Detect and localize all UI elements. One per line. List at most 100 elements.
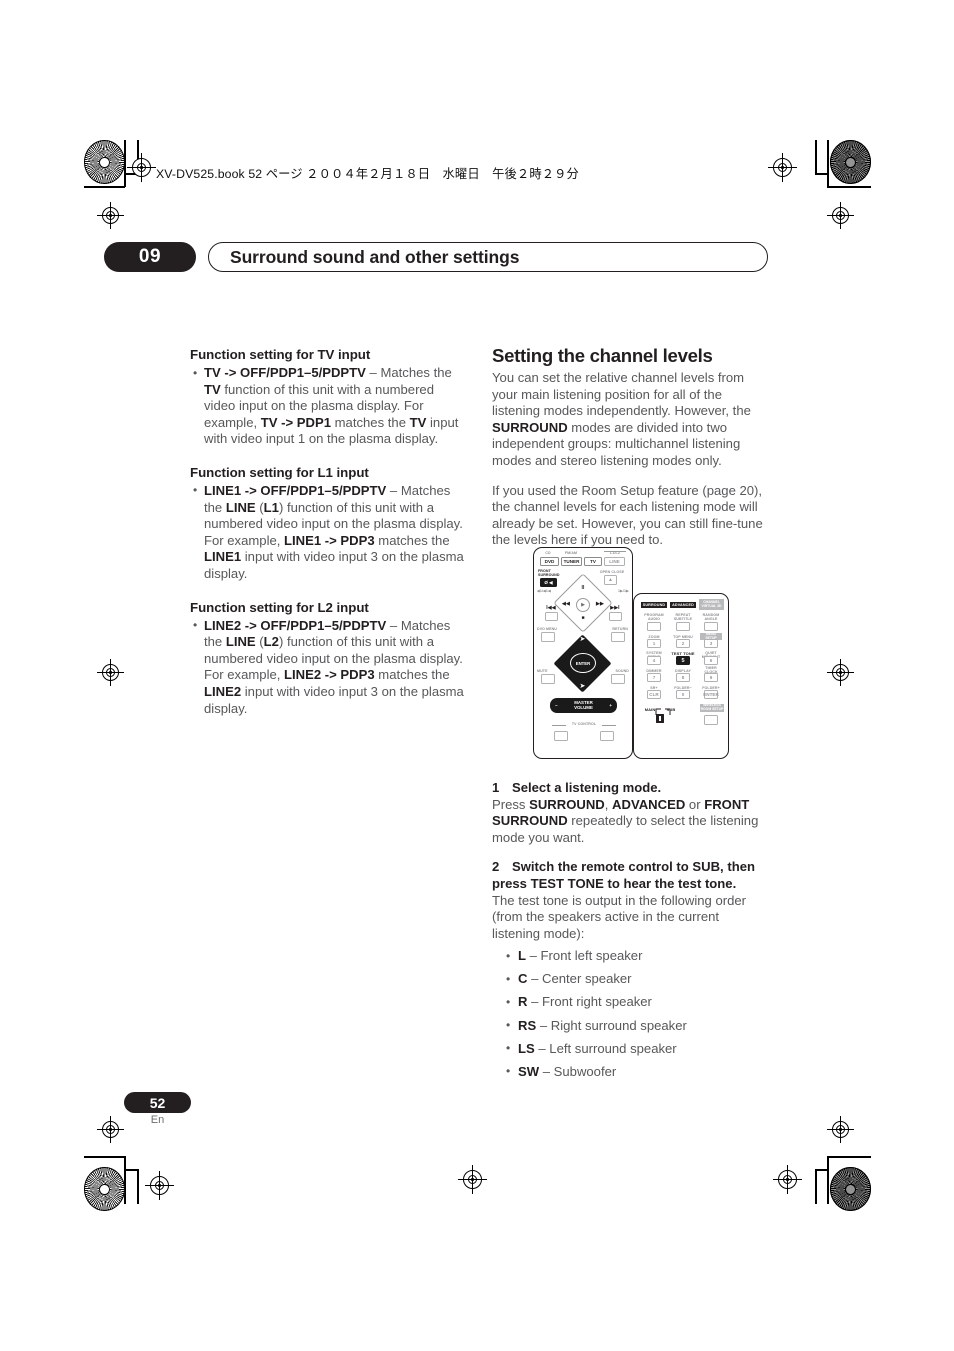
- repeat-subtitle-button[interactable]: [676, 622, 690, 631]
- list-item: SW – Subwoofer: [504, 1063, 770, 1081]
- pause-symbol[interactable]: II: [578, 585, 588, 590]
- scan-label-right: 1▶/1▶: [617, 589, 629, 593]
- source-label-underline: [604, 550, 626, 552]
- test-tone-number-button-5[interactable]: 5: [676, 656, 690, 665]
- open-close-button[interactable]: ▲: [604, 575, 617, 585]
- bullet-bold: LINE2 -> PDP3: [284, 667, 375, 683]
- front-surround-button[interactable]: Ø ◀: [540, 578, 557, 587]
- source-button-tv[interactable]: TV: [584, 557, 602, 566]
- play-button[interactable]: ▶: [576, 598, 590, 612]
- source-button-dvd[interactable]: DVD: [540, 557, 559, 566]
- para-bold: SURROUND: [492, 419, 568, 435]
- dvd-menu-label: DVD MENU: [537, 627, 557, 631]
- speaker-order-list: L – Front left speaker C – Center speake…: [492, 948, 770, 1080]
- scan-label-left: ◀1/◀1◀: [537, 589, 551, 593]
- number-button-1[interactable]: 1: [647, 639, 661, 648]
- skip-forward-key[interactable]: [609, 612, 622, 621]
- stop-button[interactable]: ■: [578, 615, 588, 620]
- surround-button[interactable]: SURROUND: [641, 602, 667, 608]
- repeat-subtitle-label: REPEAT SUBTITLE: [673, 613, 693, 622]
- bullet-list: LINE2 -> OFF/PDP1–5/PDPTV – Matches the …: [190, 617, 468, 718]
- section-l1-input: Function setting for L1 input LINE1 -> O…: [190, 465, 468, 583]
- dvd-menu-button[interactable]: [541, 632, 555, 642]
- step-text: Press: [492, 796, 530, 812]
- crop-mark-bottom-right-h: [827, 1156, 871, 1158]
- step-title: Switch the remote control to SUB, then p…: [492, 859, 755, 891]
- source-button-tuner[interactable]: TUNER: [561, 557, 582, 566]
- source-button-line[interactable]: LINE: [604, 557, 625, 566]
- chapter-title: Surround sound and other settings: [208, 242, 768, 272]
- step-bold: SURROUND: [529, 796, 605, 812]
- arrow-up-icon[interactable]: ➤: [580, 636, 586, 643]
- source-label-cd: CD: [545, 551, 551, 555]
- crop-mark-top-right-h2: [815, 173, 828, 175]
- number-button-2[interactable]: 2: [676, 639, 690, 648]
- chapter-number: 09: [104, 242, 196, 272]
- mute-button[interactable]: [541, 674, 555, 684]
- print-starburst-bottom-right: [830, 1167, 871, 1211]
- speaker-abbr: RS: [518, 1017, 537, 1033]
- registration-target-right-lower: [827, 1116, 854, 1143]
- remote-control-illustration: CD FM/AM L1/L2 DVD TUNER TV LINE FRONT SU…: [533, 547, 729, 759]
- program-audio-button[interactable]: [647, 622, 661, 631]
- bullet-dash: –: [365, 365, 381, 380]
- tv-control-button-right[interactable]: [600, 731, 614, 741]
- tv-control-button-left[interactable]: [554, 731, 568, 741]
- number-button-4[interactable]: 4: [647, 656, 661, 665]
- crop-mark-bottom-right-h2: [815, 1169, 828, 1171]
- number-button-9[interactable]: 9: [704, 673, 718, 682]
- number-button-7[interactable]: 7: [647, 673, 661, 682]
- bullet-bold: TV: [409, 414, 427, 430]
- page-title: Setting the channel levels: [492, 345, 713, 366]
- main-sub-slide-switch[interactable]: [656, 714, 664, 723]
- number-button-8[interactable]: 8: [676, 673, 690, 682]
- step-number: 2: [492, 859, 500, 875]
- channel-virtual-3d-button[interactable]: CHANNEL VIRTUAL 3D: [699, 599, 724, 610]
- skip-reverse-key[interactable]: [545, 612, 558, 621]
- sound-button[interactable]: [611, 674, 625, 684]
- clear-button[interactable]: CLR: [647, 690, 661, 699]
- wireless-room-setup-button[interactable]: [704, 715, 718, 725]
- registration-target-top-right: [768, 153, 797, 182]
- random-angle-button[interactable]: [704, 622, 718, 631]
- volume-plus-icon[interactable]: +: [609, 703, 612, 708]
- bullet-bold: LINE1: [204, 549, 242, 565]
- page-number-badge: 52: [124, 1092, 191, 1113]
- skip-forward-button[interactable]: ▶▶I: [607, 605, 623, 610]
- bullet-text: matches the: [331, 414, 410, 430]
- step-number: 1: [492, 779, 500, 795]
- crop-mark-bottom-left-h: [84, 1156, 125, 1158]
- bullet-dash: –: [386, 617, 401, 633]
- mute-label: MUTE: [537, 669, 548, 673]
- speaker-desc: – Front left speaker: [526, 948, 643, 964]
- scan-forward-button[interactable]: ▶▶: [593, 601, 607, 606]
- speaker-desc: – Center speaker: [527, 971, 632, 987]
- advanced-button[interactable]: ADVANCED: [670, 602, 696, 608]
- registration-target-right-middle: [827, 659, 854, 686]
- number-button-3[interactable]: 3: [704, 639, 718, 648]
- bullet-bold: TV: [204, 381, 221, 397]
- crop-mark-bottom-left-v2: [137, 1169, 139, 1204]
- speaker-abbr: SW: [518, 1063, 540, 1079]
- bullet-text: (: [255, 634, 264, 650]
- scan-reverse-button[interactable]: ◀◀: [559, 601, 573, 606]
- bullet-bold: LINE: [225, 499, 256, 515]
- enter-key-button[interactable]: ENTER: [703, 690, 719, 699]
- number-button-0[interactable]: 0: [676, 690, 690, 699]
- number-button-6[interactable]: 6: [704, 656, 718, 665]
- return-button[interactable]: [611, 632, 625, 642]
- skip-reverse-button[interactable]: I◀◀: [543, 605, 559, 610]
- wireless-room-setup-label: WIRELESS ROOM SETUP: [700, 703, 724, 712]
- step-text: ,: [604, 796, 613, 812]
- step-body: The test tone is output in the following…: [492, 892, 747, 941]
- step-2: 2 Switch the remote control to SUB, then …: [492, 859, 770, 1080]
- master-volume-control[interactable]: − MASTER VOLUME +: [550, 698, 617, 713]
- program-audio-label: PROGRAM AUDIO: [644, 613, 664, 622]
- bullet-dash: –: [386, 482, 401, 498]
- section-heading: Function setting for TV input: [190, 347, 371, 362]
- arrow-down-icon[interactable]: ➤: [580, 683, 586, 690]
- section-heading: Function setting for L1 input: [190, 464, 369, 480]
- tv-control-rule-left: [552, 725, 566, 726]
- enter-button[interactable]: ENTER: [570, 653, 596, 673]
- section-heading: Function setting for L2 input: [190, 599, 369, 615]
